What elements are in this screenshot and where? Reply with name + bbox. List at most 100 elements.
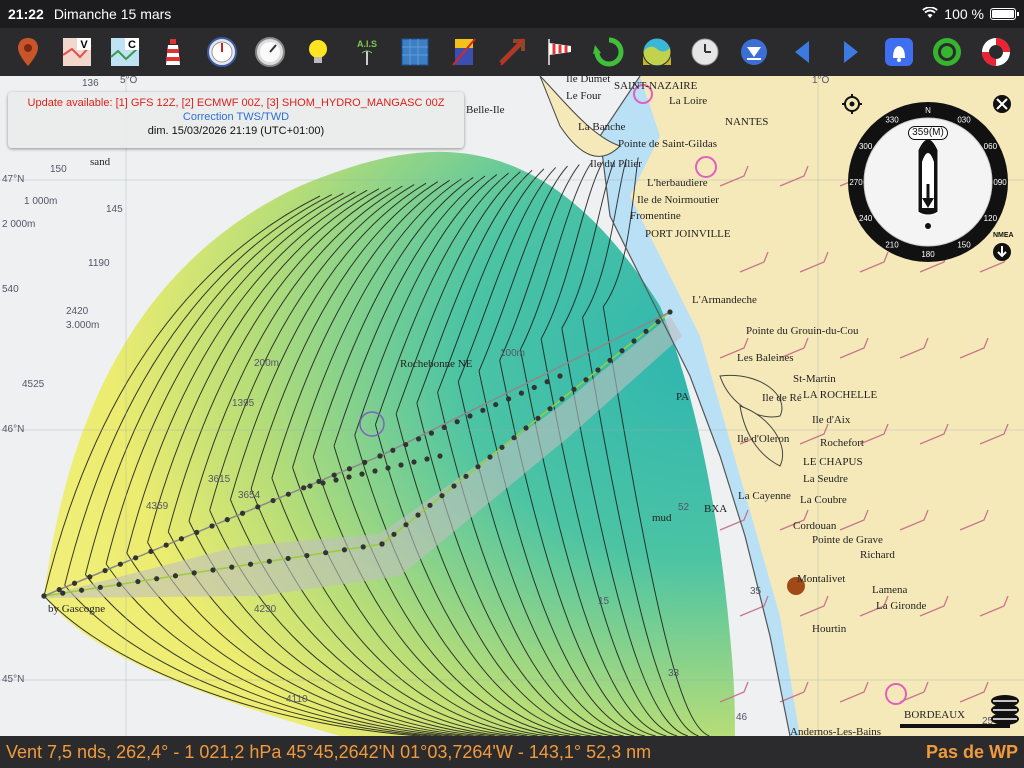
lighthouse-button[interactable] <box>149 30 197 74</box>
ais-button[interactable]: A.I.S <box>343 30 391 74</box>
back-icon <box>795 41 810 63</box>
track-dot <box>415 436 422 442</box>
depth-label: 100m <box>500 348 526 359</box>
weather-button[interactable] <box>633 30 681 74</box>
download-icon[interactable] <box>992 242 1012 262</box>
correction-link[interactable]: Correction TWS/TWD <box>8 110 464 124</box>
place-label: Pointe de Saint-Gildas <box>618 138 717 150</box>
track-dot <box>403 522 409 528</box>
track-dot <box>437 453 443 459</box>
track-dot <box>427 502 433 508</box>
track-dot <box>499 444 505 450</box>
place-label: Pointe de Grave <box>812 534 883 546</box>
track-dot <box>320 480 326 486</box>
update-timestamp: dim. 15/03/2026 21:19 (UTC+01:00) <box>147 125 325 137</box>
place-label: sand <box>90 156 111 168</box>
place-label: PORT JOINVILLE <box>645 228 731 240</box>
gauge-icon <box>206 37 237 67</box>
track-dot <box>78 587 85 593</box>
track-dot <box>71 580 78 586</box>
track-dot <box>424 456 430 462</box>
compass-tick-label: 210 <box>885 240 899 249</box>
place-label: Rochefort <box>820 437 864 449</box>
track-dot <box>346 474 352 480</box>
depth-label: 46 <box>736 712 748 723</box>
track-dot <box>304 552 310 559</box>
track-dot <box>547 406 553 412</box>
track-dot <box>607 357 613 363</box>
depth-label: 150 <box>50 164 67 175</box>
down-arrow-button[interactable] <box>730 30 778 74</box>
depth-label: 4525 <box>22 379 45 390</box>
compass-tick-label: 030 <box>957 116 971 125</box>
pin-button[interactable] <box>4 30 52 74</box>
back-button[interactable] <box>778 30 826 74</box>
track-dot <box>285 491 291 497</box>
alarm-button[interactable] <box>875 30 923 74</box>
chart-c-icon: C <box>110 38 140 66</box>
flag-button[interactable] <box>439 30 487 74</box>
route-button[interactable] <box>488 30 536 74</box>
track-dot <box>667 309 673 315</box>
clock-button[interactable] <box>681 30 729 74</box>
lifebuoy-button[interactable] <box>972 30 1020 74</box>
gauge2-button[interactable] <box>246 30 294 74</box>
latitude-label: 47°N <box>2 174 25 185</box>
lightbulb-icon <box>309 40 328 63</box>
wifi-icon <box>922 6 939 22</box>
heading-readout: 359(M) <box>908 126 948 140</box>
chart-v-button[interactable]: V <box>52 30 100 74</box>
clock-icon <box>691 38 719 66</box>
grid-button[interactable] <box>391 30 439 74</box>
chart-c-button[interactable]: C <box>101 30 149 74</box>
refresh-icon <box>592 37 624 67</box>
gauge-button[interactable] <box>198 30 246 74</box>
place-label: BORDEAUX <box>904 709 966 721</box>
track-dot <box>323 550 329 556</box>
track-dot <box>390 447 396 453</box>
pin-icon <box>18 38 39 66</box>
track-dot <box>391 531 397 537</box>
refresh-button[interactable] <box>585 30 633 74</box>
nautical-chart[interactable]: SAINT-NAZAIRE La Loire NANTES Pointe de … <box>0 76 1024 736</box>
track-dot <box>463 473 469 479</box>
layers-icon <box>991 695 1019 725</box>
place-label: Ile Dumet <box>566 76 611 85</box>
compass[interactable]: N 030 060 090 120 150 180 210 240 270 300 330 359(M… <box>846 100 1010 264</box>
track-dot <box>97 584 103 590</box>
depth-label: 4230 <box>254 604 277 615</box>
flag-icon <box>451 38 476 66</box>
target-button[interactable] <box>923 30 971 74</box>
track-dot <box>154 576 160 582</box>
waypoint-status[interactable]: Pas de WP <box>926 742 1018 763</box>
place-label: La Gironde <box>876 600 927 612</box>
battery-icon <box>990 8 1019 20</box>
forward-button[interactable] <box>826 30 874 74</box>
update-banner[interactable]: Update available: [1] GFS 12Z, [2] ECMWF… <box>8 92 464 148</box>
track-dot <box>619 348 625 354</box>
status-time: 21:22 <box>8 6 44 22</box>
place-label: Lamena <box>872 584 908 596</box>
place-label: Ile de Ré <box>762 392 802 404</box>
lightbulb-button[interactable] <box>294 30 342 74</box>
track-dot <box>285 555 291 562</box>
track-dot <box>191 570 197 576</box>
track-dot <box>480 407 486 413</box>
track-dot <box>362 459 368 465</box>
place-label: Ile du Pilier <box>590 158 642 170</box>
track-dot <box>60 590 66 596</box>
windsock-button[interactable] <box>536 30 584 74</box>
compass-tick-label: 330 <box>885 116 899 125</box>
track-dot <box>331 472 337 478</box>
track-dot <box>411 459 417 465</box>
longitude-label: 5°O <box>120 76 138 86</box>
track-dot <box>487 454 493 460</box>
track-dot <box>87 574 93 580</box>
track-dot <box>643 328 649 334</box>
track-dot <box>557 373 563 379</box>
layers-button[interactable] <box>988 692 1022 728</box>
place-label: LA ROCHELLE <box>803 389 878 401</box>
track-dot <box>346 466 353 472</box>
depth-label: 2420 <box>66 306 89 317</box>
track-dot <box>441 424 447 431</box>
